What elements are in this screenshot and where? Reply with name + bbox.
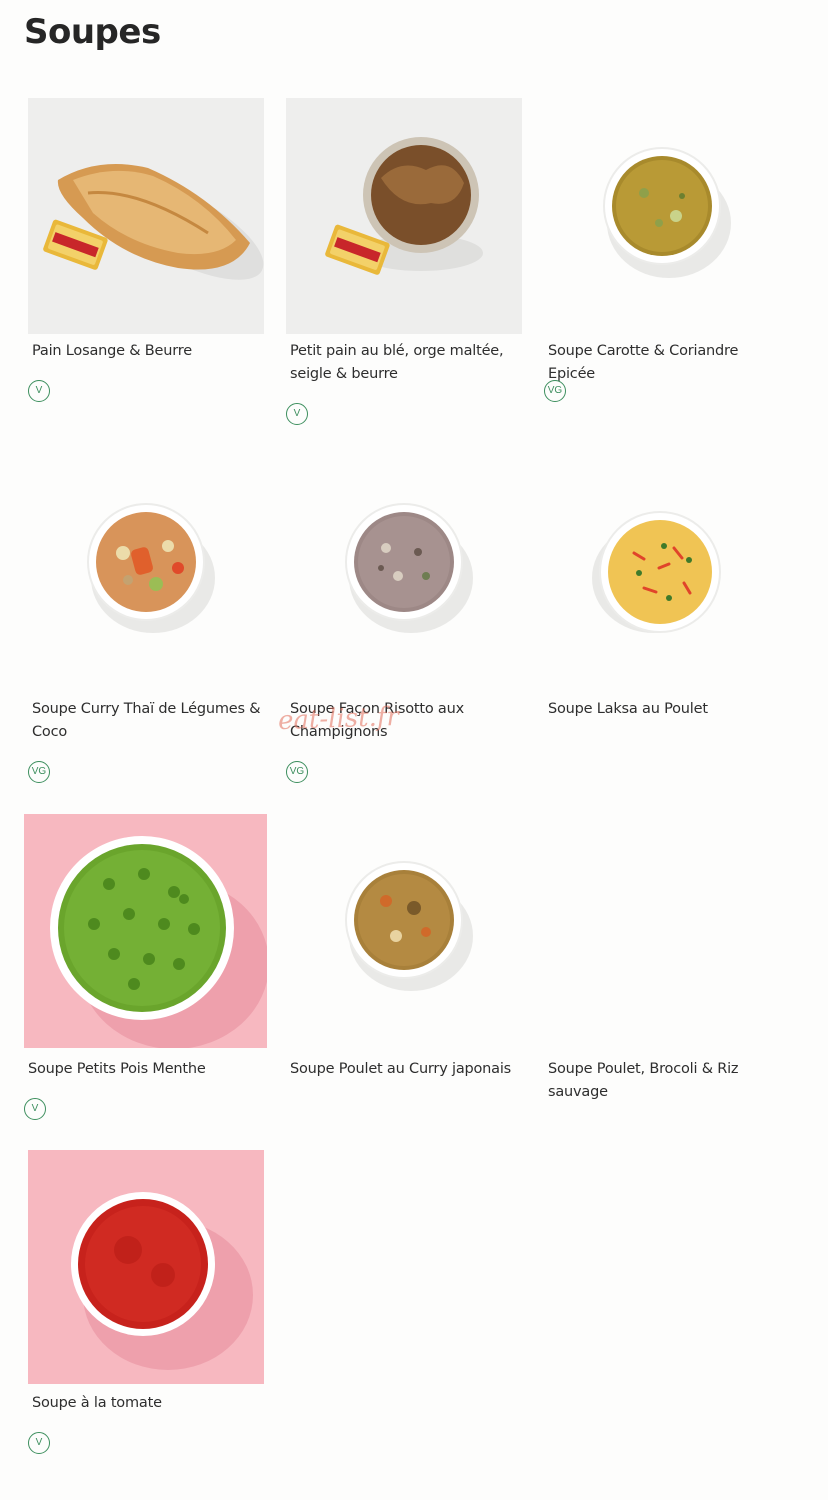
product-name[interactable]: Soupe Poulet au Curry japonais (290, 1058, 526, 1081)
vegan-badge: VG (286, 761, 308, 783)
product-name[interactable]: Soupe Petits Pois Menthe (28, 1058, 264, 1081)
vegetarian-badge: V (28, 1432, 50, 1454)
product-name[interactable]: Soupe Poulet, Brocoli & Riz sauvage (548, 1058, 784, 1104)
product-image-soupe-tomate[interactable] (28, 1150, 264, 1384)
vegetarian-badge: V (286, 403, 308, 425)
product-name[interactable]: Soupe Laksa au Poulet (548, 698, 784, 721)
product-name[interactable]: Soupe Façon Risotto aux Champignons (290, 698, 526, 744)
product-image-soupe-petits-pois[interactable] (24, 814, 267, 1048)
vegetarian-badge: V (28, 380, 50, 402)
product-image-soupe-curry-thai[interactable] (28, 448, 264, 684)
vegan-badge: VG (28, 761, 50, 783)
product-image-soupe-risotto[interactable] (286, 448, 522, 684)
vegetarian-badge: V (24, 1098, 46, 1120)
product-name[interactable]: Soupe Carotte & Coriandre Epicée (548, 340, 784, 386)
vegan-badge: VG (544, 380, 566, 402)
product-image-pain-losange[interactable] (28, 98, 264, 334)
product-image-petit-pain[interactable] (286, 98, 522, 334)
product-name[interactable]: Petit pain au blé, orge maltée, seigle &… (290, 340, 526, 386)
product-name[interactable]: Pain Losange & Beurre (32, 340, 268, 363)
product-image-soupe-laksa[interactable] (544, 448, 780, 684)
product-name[interactable]: Soupe Curry Thaï de Légumes & Coco (32, 698, 268, 744)
product-name[interactable]: Soupe à la tomate (32, 1392, 268, 1415)
product-image-soupe-poulet-curry[interactable] (286, 806, 522, 1042)
page-title: Soupes (24, 12, 161, 52)
product-image-soupe-carotte[interactable] (544, 98, 780, 334)
